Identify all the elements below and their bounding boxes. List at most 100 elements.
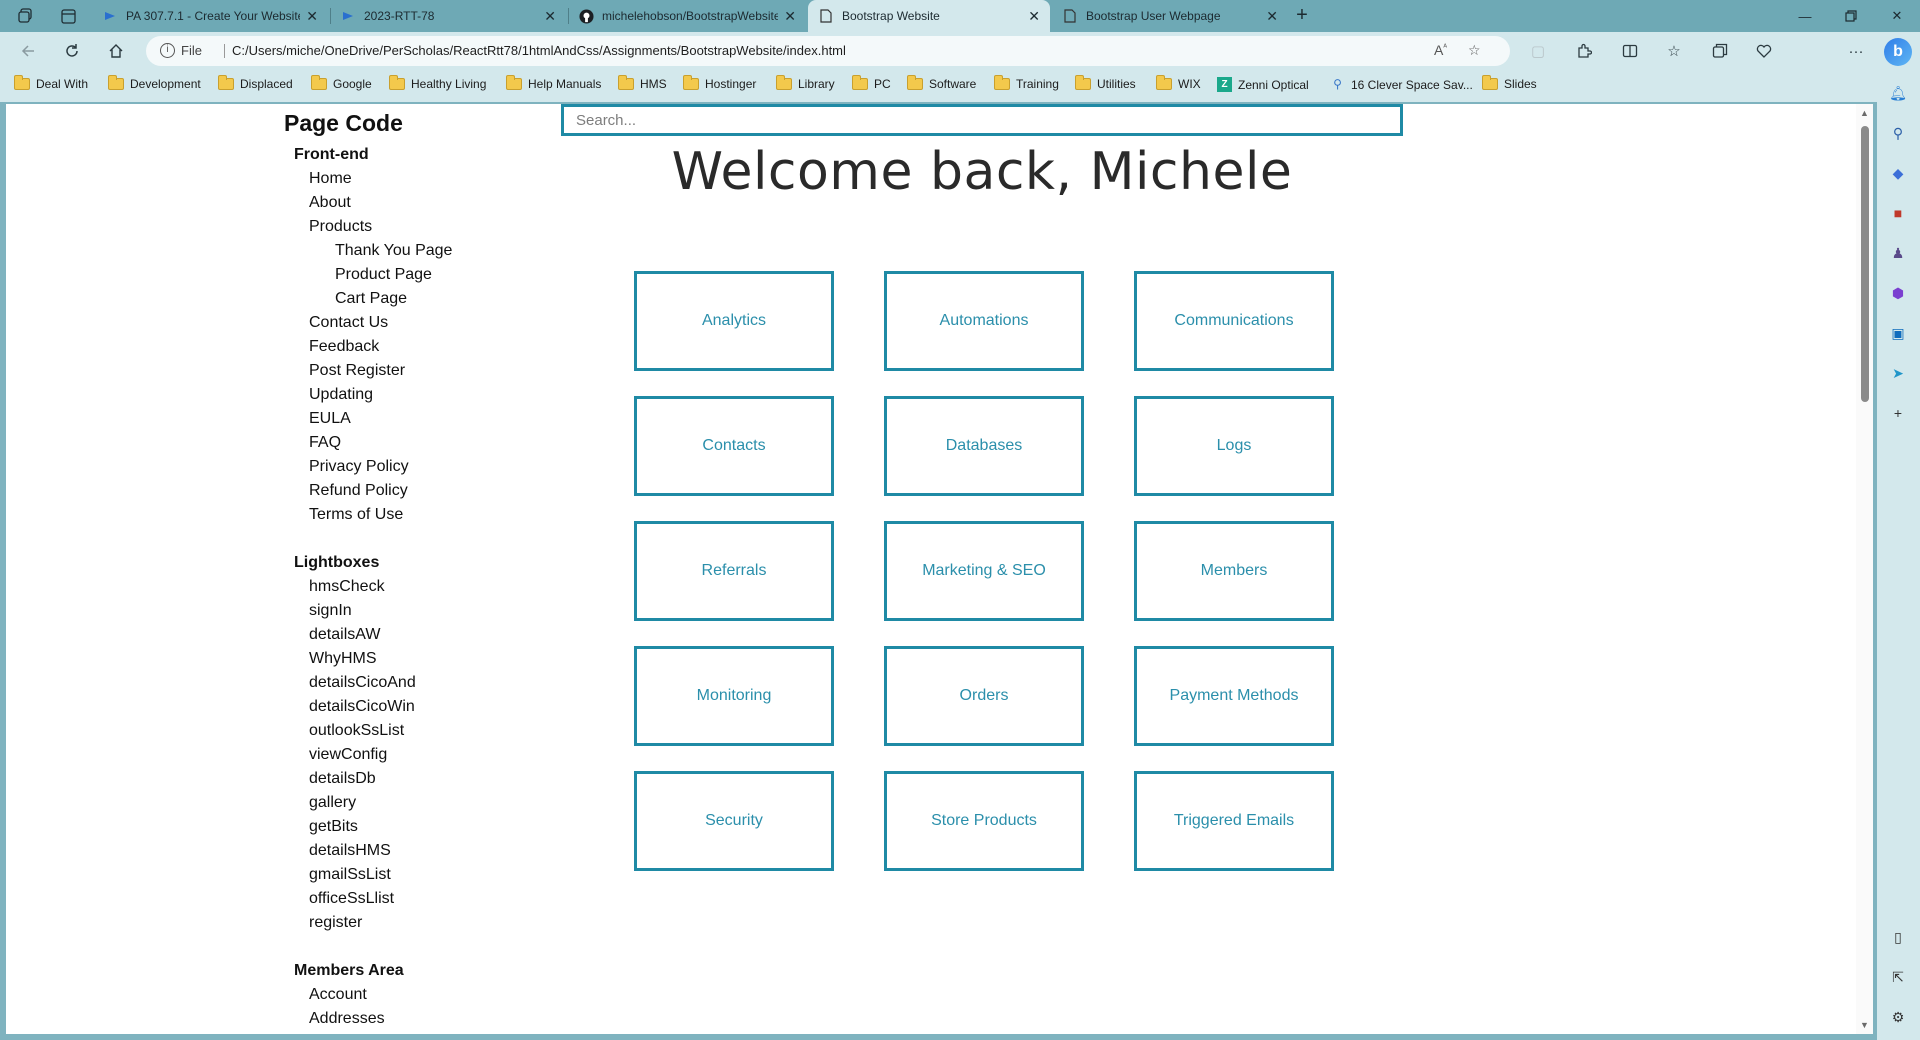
refresh-button[interactable] <box>58 38 86 64</box>
vertical-scrollbar[interactable]: ▲ ▼ <box>1856 104 1873 1034</box>
card-security[interactable]: Security <box>634 771 834 871</box>
nav-link-products[interactable]: Products <box>309 215 554 239</box>
card-analytics[interactable]: Analytics <box>634 271 834 371</box>
nav-link-gmailsslist[interactable]: gmailSsList <box>309 863 554 887</box>
nav-link-cart-page[interactable]: Cart Page <box>335 287 554 311</box>
address-bar[interactable]: i File C:/Users/miche/OneDrive/PerSchola… <box>146 36 1510 66</box>
nav-link-post-register[interactable]: Post Register <box>309 359 554 383</box>
bookmark-displaced[interactable]: Displaced <box>218 75 293 91</box>
nav-link-detailscicowin[interactable]: detailsCicoWin <box>309 695 554 719</box>
card-referrals[interactable]: Referrals <box>634 521 834 621</box>
tools-icon[interactable]: ■ <box>1887 202 1909 224</box>
favorite-star-icon[interactable]: ☆ <box>1468 42 1481 59</box>
back-button[interactable] <box>14 38 42 64</box>
extensions-icon[interactable] <box>1570 38 1598 64</box>
nav-link-getbits[interactable]: getBits <box>309 815 554 839</box>
browser-essentials-icon[interactable] <box>1750 38 1778 64</box>
nav-link-contact-us[interactable]: Contact Us <box>309 311 554 335</box>
tab-bootstrap-website[interactable]: Bootstrap Website ✕ <box>808 0 1050 32</box>
nav-link-viewconfig[interactable]: viewConfig <box>309 743 554 767</box>
hide-sidebar-icon[interactable]: ▯ <box>1887 926 1909 948</box>
url-text[interactable]: C:/Users/miche/OneDrive/PerScholas/React… <box>232 43 846 58</box>
bookmark-zenni-optical[interactable]: Z Zenni Optical <box>1217 77 1309 92</box>
close-tab-icon[interactable]: ✕ <box>784 8 796 25</box>
nav-link-product-page[interactable]: Product Page <box>335 263 554 287</box>
nav-link-officesslist[interactable]: officeSsLlist <box>309 887 554 911</box>
workspaces-icon[interactable] <box>14 4 38 28</box>
bookmark-google[interactable]: Google <box>311 75 372 91</box>
close-tab-icon[interactable]: ✕ <box>544 8 556 25</box>
nav-link-register[interactable]: register <box>309 911 554 935</box>
nav-link-detailsaw[interactable]: detailsAW <box>309 623 554 647</box>
nav-link-about[interactable]: About <box>309 191 554 215</box>
shopping-icon[interactable]: ◆ <box>1887 162 1909 184</box>
card-logs[interactable]: Logs <box>1134 396 1334 496</box>
bookmark-healthy-living[interactable]: Healthy Living <box>389 75 486 91</box>
bookmark-hostinger[interactable]: Hostinger <box>683 75 756 91</box>
sidebar-settings-icon[interactable]: ⚙ <box>1887 1006 1909 1028</box>
card-monitoring[interactable]: Monitoring <box>634 646 834 746</box>
outlook-icon[interactable]: ▣ <box>1887 322 1909 344</box>
search-icon[interactable]: ⚲ <box>1887 122 1909 144</box>
nav-link-signin[interactable]: signIn <box>309 599 554 623</box>
bookmark-utilities[interactable]: Utilities <box>1075 75 1136 91</box>
add-sidebar-app-icon[interactable]: + <box>1887 402 1909 424</box>
site-info[interactable]: i File <box>160 43 202 58</box>
restore-button[interactable] <box>1828 0 1874 32</box>
close-tab-icon[interactable]: ✕ <box>1266 8 1278 25</box>
bookmark-help-manuals[interactable]: Help Manuals <box>506 75 601 91</box>
bookmark-training[interactable]: Training <box>994 75 1059 91</box>
games-icon[interactable]: ♟ <box>1887 242 1909 264</box>
nav-link-whyhms[interactable]: WhyHMS <box>309 647 554 671</box>
close-tab-icon[interactable]: ✕ <box>306 8 318 25</box>
close-window-button[interactable]: ✕ <box>1874 0 1920 32</box>
bookmark-hms[interactable]: HMS <box>618 75 667 91</box>
nav-link-outlookssllist[interactable]: outlookSsList <box>309 719 554 743</box>
read-aloud-icon[interactable]: Aᴬ <box>1434 42 1447 58</box>
scrollbar-thumb[interactable] <box>1861 126 1869 402</box>
bookmark-library[interactable]: Library <box>776 75 835 91</box>
copilot-icon[interactable]: b <box>1884 38 1912 66</box>
tab-rtt-78[interactable]: 2023-RTT-78 ✕ <box>330 0 566 32</box>
search-input[interactable] <box>561 104 1403 136</box>
nav-link-gallery[interactable]: gallery <box>309 791 554 815</box>
nav-link-account[interactable]: Account <box>309 983 554 1007</box>
nav-link-eula[interactable]: EULA <box>309 407 554 431</box>
scroll-down-arrow-icon[interactable]: ▼ <box>1860 1020 1869 1030</box>
nav-link-updating[interactable]: Updating <box>309 383 554 407</box>
bookmark-wix[interactable]: WIX <box>1156 75 1201 91</box>
bookmark-software[interactable]: Software <box>907 75 976 91</box>
more-options-icon[interactable]: ··· <box>1842 38 1870 64</box>
card-members[interactable]: Members <box>1134 521 1334 621</box>
home-button[interactable] <box>102 38 130 64</box>
nav-link-thank-you-page[interactable]: Thank You Page <box>335 239 554 263</box>
nav-link-privacy-policy[interactable]: Privacy Policy <box>309 455 554 479</box>
favorites-icon[interactable]: ☆ <box>1660 38 1688 64</box>
bookmark-clever-space[interactable]: ⚲ 16 Clever Space Sav... <box>1330 77 1473 92</box>
bookmark-development[interactable]: Development <box>108 75 201 91</box>
tab-github[interactable]: michelehobson/BootstrapWebsite ✕ <box>568 0 806 32</box>
collections-icon[interactable] <box>1706 38 1734 64</box>
scroll-up-arrow-icon[interactable]: ▲ <box>1860 108 1869 118</box>
tab-bootstrap-user-webpage[interactable]: Bootstrap User Webpage ✕ <box>1052 0 1288 32</box>
split-screen-icon[interactable] <box>1616 38 1644 64</box>
nav-link-terms-of-use[interactable]: Terms of Use <box>309 503 554 527</box>
nav-link-detailsdb[interactable]: detailsDb <box>309 767 554 791</box>
nav-link-detailshms[interactable]: detailsHMS <box>309 839 554 863</box>
tab-pa-307[interactable]: PA 307.7.1 - Create Your Website ✕ <box>92 0 328 32</box>
close-tab-icon[interactable]: ✕ <box>1028 8 1040 25</box>
external-link-icon[interactable]: ⇱ <box>1887 966 1909 988</box>
card-communications[interactable]: Communications <box>1134 271 1334 371</box>
nav-link-detailscicoand[interactable]: detailsCicoAnd <box>309 671 554 695</box>
app-available-icon[interactable]: ▢ <box>1524 38 1552 64</box>
minimize-button[interactable]: — <box>1782 0 1828 32</box>
nav-link-refund-policy[interactable]: Refund Policy <box>309 479 554 503</box>
card-triggered-emails[interactable]: Triggered Emails <box>1134 771 1334 871</box>
nav-link-home[interactable]: Home <box>309 167 554 191</box>
nav-link-hmscheck[interactable]: hmsCheck <box>309 575 554 599</box>
new-tab-button[interactable]: + <box>1290 4 1314 28</box>
card-automations[interactable]: Automations <box>884 271 1084 371</box>
card-contacts[interactable]: Contacts <box>634 396 834 496</box>
card-marketing-seo[interactable]: Marketing & SEO <box>884 521 1084 621</box>
notifications-icon[interactable]: 🔔︎ <box>1887 82 1909 104</box>
